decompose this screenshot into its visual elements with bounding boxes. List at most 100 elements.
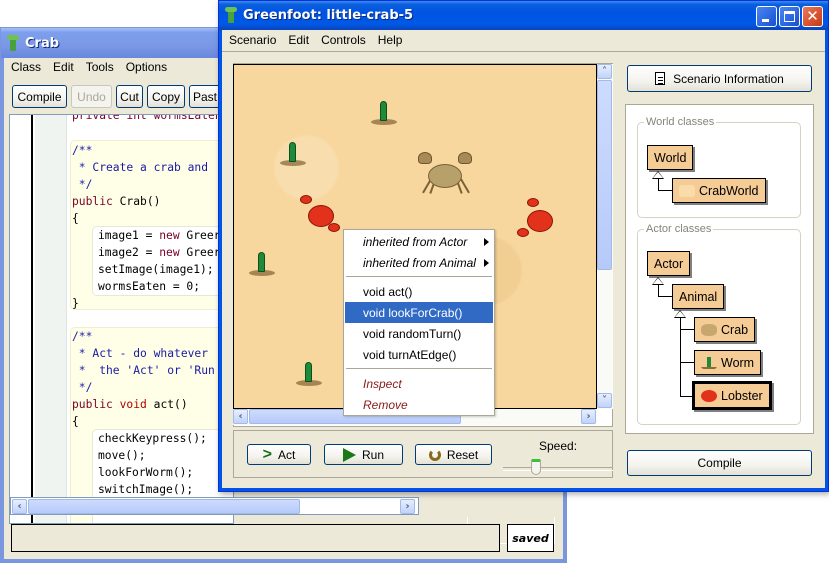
menu-item-inherited-animal[interactable]: inherited from Animal: [345, 252, 493, 273]
act-chevron-icon: >: [262, 445, 272, 463]
crab-thumbnail-icon: [701, 323, 717, 336]
inheritance-line: [658, 190, 672, 191]
code-line: /**: [72, 330, 93, 343]
menu-scenario[interactable]: Scenario: [223, 33, 282, 47]
class-animal[interactable]: Animal: [672, 284, 725, 309]
greenfoot-menubar: Scenario Edit Controls Help: [223, 30, 408, 50]
copy-button[interactable]: Copy: [147, 85, 185, 108]
code-editor[interactable]: private int wormsEaten; /** * Create a c…: [9, 114, 234, 524]
code-line: {: [72, 212, 79, 225]
act-label: Act: [278, 447, 296, 462]
worm-actor[interactable]: [280, 140, 306, 170]
class-actor[interactable]: Actor: [647, 251, 691, 276]
play-icon: [342, 447, 356, 462]
class-worm[interactable]: Worm: [694, 350, 762, 375]
document-icon: [655, 72, 666, 85]
greenfoot-foot-icon: [7, 34, 21, 52]
class-crab[interactable]: Crab: [694, 317, 756, 342]
scroll-up-arrow[interactable]: ˄: [597, 64, 612, 79]
editor-horizontal-scrollbar[interactable]: ‹ ›: [10, 497, 419, 515]
code-token: image1 =: [98, 229, 160, 242]
menu-options[interactable]: Options: [120, 60, 173, 74]
cut-button[interactable]: Cut: [116, 85, 143, 108]
code-text[interactable]: private int wormsEaten; /** * Create a c…: [68, 115, 233, 523]
code-line: * the 'Act' or 'Run: [72, 364, 215, 377]
keyword: new: [159, 229, 180, 242]
keyword: new: [159, 246, 180, 259]
class-world[interactable]: World: [647, 145, 694, 170]
menu-item-act[interactable]: void act(): [345, 281, 493, 302]
code-line: image1 = new Greer: [98, 227, 220, 244]
code-token: Greer: [179, 229, 221, 242]
actor-context-menu: inherited from Actor inherited from Anim…: [343, 229, 495, 416]
main-compile-button[interactable]: Compile: [627, 450, 812, 476]
code-line: lookForWorm();: [98, 466, 194, 479]
lobster-actor[interactable]: [298, 193, 344, 239]
compile-button[interactable]: Compile: [12, 85, 67, 108]
close-button[interactable]: ✕: [802, 6, 823, 27]
class-label: Worm: [721, 355, 755, 370]
menu-item-remove[interactable]: Remove: [345, 394, 493, 415]
class-crabworld[interactable]: CrabWorld: [672, 178, 766, 203]
code-line: public Crab(): [72, 193, 160, 210]
code-line: */: [72, 178, 93, 191]
code-line: switchImage();: [98, 483, 194, 496]
menu-item-inherited-actor[interactable]: inherited from Actor: [345, 231, 493, 252]
menu-help[interactable]: Help: [372, 33, 409, 47]
world-vscroll-thumb[interactable]: [597, 80, 612, 270]
greenfoot-main-window: Greenfoot: little-crab-5 ✕ Scenario Edit…: [218, 0, 829, 492]
greenfoot-foot-icon: [225, 7, 239, 24]
menu-controls[interactable]: Controls: [315, 33, 372, 47]
menu-item-label: inherited from Animal: [363, 255, 476, 270]
speed-slider-thumb[interactable]: [531, 459, 541, 475]
menu-edit[interactable]: Edit: [282, 33, 315, 47]
menu-item-randomturn[interactable]: void randomTurn(): [345, 323, 493, 344]
worm-actor[interactable]: [296, 360, 322, 390]
inheritance-line: [680, 362, 694, 363]
class-diagram-panel: World classes World CrabWorld Actor clas…: [625, 104, 814, 434]
menu-item-inspect[interactable]: Inspect: [345, 373, 493, 394]
run-label: Run: [361, 447, 384, 462]
menu-edit[interactable]: Edit: [47, 60, 80, 74]
scroll-down-arrow[interactable]: ˅: [597, 393, 612, 408]
code-token: Crab(): [112, 195, 161, 208]
menu-tools[interactable]: Tools: [80, 60, 120, 74]
code-line: }: [72, 297, 79, 310]
scroll-right-arrow[interactable]: ›: [581, 409, 596, 424]
worm-actor[interactable]: [371, 99, 397, 129]
code-line: private int wormsEaten;: [72, 114, 229, 122]
maximize-button[interactable]: [779, 6, 800, 27]
scroll-right-arrow[interactable]: ›: [400, 499, 415, 514]
saved-indicator: saved: [507, 524, 554, 552]
inheritance-arrow: [652, 171, 664, 179]
menu-item-turnatedge[interactable]: void turnAtEdge(): [345, 344, 493, 365]
menu-class[interactable]: Class: [5, 60, 47, 74]
scenario-information-button[interactable]: Scenario Information: [627, 65, 812, 92]
speed-label: Speed:: [539, 439, 578, 453]
act-button[interactable]: > Act: [247, 444, 311, 465]
code-line: move();: [98, 449, 146, 462]
code-line: setImage(image1);: [98, 263, 214, 276]
worm-actor[interactable]: [249, 250, 275, 280]
scroll-left-arrow[interactable]: ‹: [233, 409, 248, 424]
scope-gutter: [35, 115, 67, 523]
speed-slider-track[interactable]: [503, 467, 613, 471]
editor-scroll-thumb[interactable]: [28, 499, 300, 514]
greenfoot-titlebar[interactable]: Greenfoot: little-crab-5 ✕: [219, 1, 828, 30]
world-vertical-scrollbar[interactable]: ˄ ˅: [597, 64, 613, 409]
scroll-left-arrow[interactable]: ‹: [12, 499, 27, 514]
inheritance-arrow: [652, 277, 664, 285]
class-lobster[interactable]: Lobster: [692, 381, 772, 410]
class-label: Lobster: [721, 388, 763, 403]
undo-button[interactable]: Undo: [71, 85, 112, 108]
reset-button[interactable]: Reset: [415, 444, 492, 465]
greenfoot-window-title: Greenfoot: little-crab-5: [243, 8, 414, 23]
lobster-actor[interactable]: [517, 198, 563, 244]
inheritance-line: [658, 296, 672, 297]
crab-menubar: Class Edit Tools Options: [5, 57, 173, 77]
run-button[interactable]: Run: [324, 444, 403, 465]
minimize-button[interactable]: [756, 6, 777, 27]
code-line: checkKeypress();: [98, 432, 207, 445]
menu-item-lookforcrab[interactable]: void lookForCrab(): [345, 302, 493, 323]
crab-actor[interactable]: [414, 150, 476, 198]
